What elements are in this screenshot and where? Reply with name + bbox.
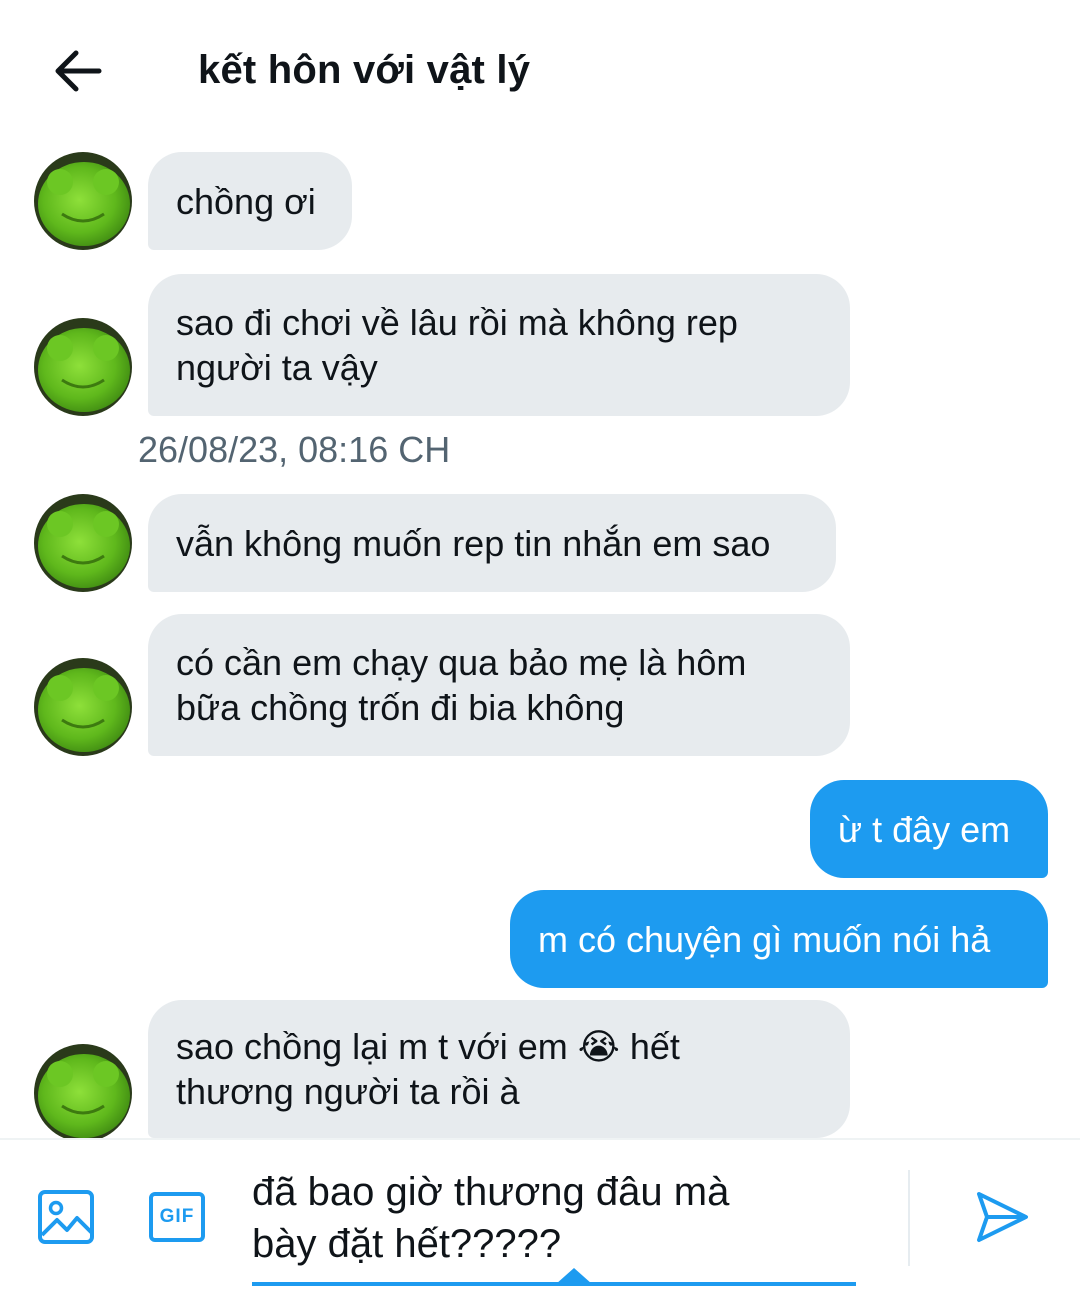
message-bubble-incoming[interactable]: sao đi chơi về lâu rồi mà không rep ngườ… — [148, 274, 850, 416]
message-text-line: bữa chồng trốn đi bia không — [176, 687, 625, 728]
message-bubble-outgoing[interactable]: ừ t đây em — [810, 780, 1048, 878]
composer-divider — [908, 1170, 910, 1266]
message-composer: GIF đã bao giờ thương đâu mà bày đặt hết… — [0, 1138, 1080, 1291]
image-icon — [38, 1190, 94, 1244]
message-text-line: người ta vậy — [176, 347, 378, 388]
back-button[interactable] — [44, 40, 110, 102]
add-image-button[interactable] — [36, 1188, 96, 1246]
message-bubble-incoming[interactable]: sao chồng lại m t với em 😭 hết thương ng… — [148, 1000, 850, 1138]
message-input-line: bày đặt hết????? — [252, 1222, 562, 1266]
message-text-line: có cần em chạy qua bảo mẹ là hôm — [176, 642, 747, 683]
contact-avatar[interactable] — [34, 1044, 132, 1142]
message-text: vẫn không muốn rep tin nhắn em sao — [176, 522, 771, 564]
message-bubble-outgoing[interactable]: m có chuyện gì muốn nói hả — [510, 890, 1048, 988]
text-cursor-handle[interactable] — [556, 1268, 592, 1284]
message-bubble-incoming[interactable]: vẫn không muốn rep tin nhắn em sao — [148, 494, 836, 592]
message-bubble-incoming[interactable]: chồng ơi — [148, 152, 352, 250]
contact-avatar[interactable] — [34, 318, 132, 416]
message-timestamp: 26/08/23, 08:16 CH — [138, 429, 451, 470]
message-bubble-incoming[interactable]: có cần em chạy qua bảo mẹ là hôm bữa chồ… — [148, 614, 850, 756]
gif-icon: GIF — [149, 1192, 205, 1242]
conversation-header: kết hôn với vật lý — [0, 0, 1080, 140]
message-input[interactable]: đã bao giờ thương đâu mà bày đặt hết????… — [252, 1166, 856, 1270]
message-text-line: sao chồng lại m t với em 😭 hết — [176, 1026, 680, 1067]
contact-avatar[interactable] — [34, 494, 132, 592]
arrow-left-icon — [55, 50, 102, 92]
add-gif-button[interactable]: GIF — [145, 1188, 209, 1246]
message-text-line: thương người ta rồi à — [176, 1071, 520, 1112]
message-text-line: sao đi chơi về lâu rồi mà không rep — [176, 302, 738, 343]
message-text: m có chuyện gì muốn nói hả — [538, 918, 991, 960]
input-underline — [252, 1282, 856, 1286]
send-icon — [977, 1192, 1028, 1242]
message-text: ừ t đây em — [838, 808, 1011, 850]
send-button[interactable] — [970, 1186, 1034, 1248]
message-input-line: đã bao giờ thương đâu mà — [252, 1170, 730, 1214]
contact-avatar[interactable] — [34, 152, 132, 250]
contact-avatar[interactable] — [34, 658, 132, 756]
gif-label: GIF — [159, 1206, 195, 1227]
conversation-title[interactable]: kết hôn với vật lý — [198, 44, 530, 96]
message-text: chồng ơi — [176, 180, 316, 222]
